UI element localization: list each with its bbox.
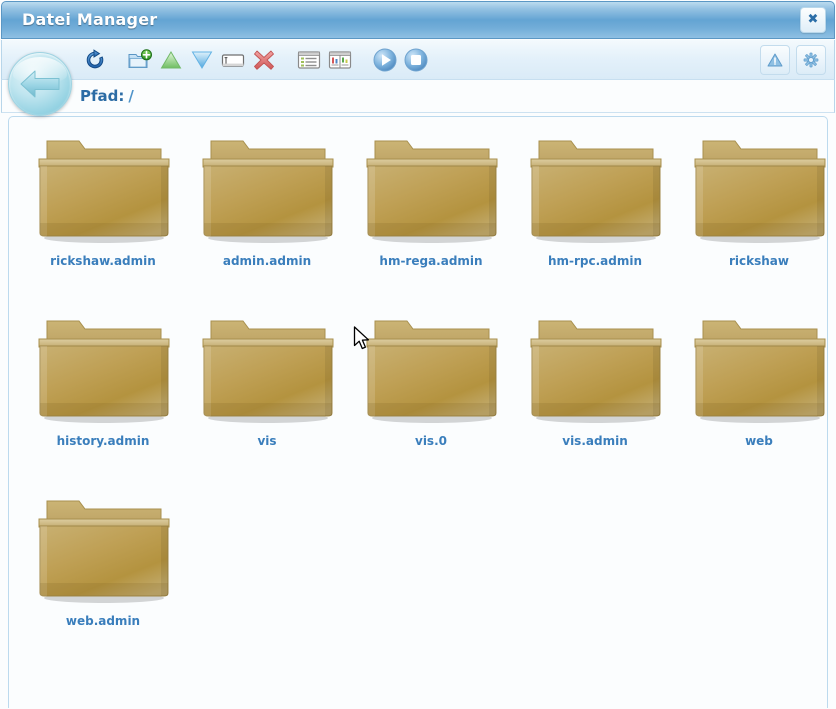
folder-add-icon — [128, 49, 152, 68]
file-item-label: hm-rega.admin — [379, 254, 483, 268]
file-item[interactable]: web — [679, 307, 827, 487]
file-item-label: history.admin — [56, 434, 150, 448]
file-list-panel[interactable]: rickshaw.admin admin.admin hm-rega.admin… — [8, 116, 828, 708]
list-view-icon — [297, 51, 321, 69]
file-grid: rickshaw.admin admin.admin hm-rega.admin… — [9, 117, 827, 667]
triangle-up-icon — [160, 51, 182, 69]
folder-icon — [38, 500, 170, 603]
folder-icon — [366, 140, 498, 243]
file-item-label: rickshaw — [729, 254, 789, 268]
folder-icon — [38, 140, 170, 243]
folder-icon — [694, 140, 826, 243]
breadcrumb: Pfad: / — [80, 87, 134, 105]
folder-icon-wrap — [187, 127, 347, 252]
toolbar-button-group — [80, 43, 432, 77]
folder-icon — [694, 320, 826, 423]
titlebar: Datei Manager ✖ — [1, 1, 835, 39]
warning-triangle-icon — [767, 53, 783, 67]
page-title: Datei Manager — [22, 10, 158, 29]
stop-icon — [404, 48, 428, 72]
folder-icon-wrap — [187, 307, 347, 432]
folder-icon-wrap — [679, 307, 827, 432]
close-button[interactable]: ✖ — [800, 7, 826, 33]
folder-icon — [202, 320, 334, 423]
file-item-label: admin.admin — [222, 254, 312, 268]
file-row: web.admin — [9, 487, 827, 667]
folder-icon-wrap — [351, 307, 511, 432]
file-item[interactable]: admin.admin — [187, 127, 347, 307]
alert-button[interactable] — [760, 45, 790, 75]
folder-icon-wrap — [515, 307, 675, 432]
arrow-left-icon — [20, 70, 60, 98]
folder-icon-wrap — [515, 127, 675, 252]
file-item[interactable]: vis — [187, 307, 347, 487]
folder-icon-wrap — [679, 127, 827, 252]
file-item-label: web.admin — [65, 614, 141, 628]
file-item[interactable]: hm-rpc.admin — [515, 127, 675, 307]
play-button[interactable] — [370, 45, 400, 75]
file-item[interactable]: vis.0 — [351, 307, 511, 487]
folder-icon-wrap — [23, 127, 183, 252]
rename-button[interactable] — [218, 45, 248, 75]
file-item[interactable]: rickshaw — [679, 127, 827, 307]
toolbar-separator-3 — [356, 45, 370, 75]
refresh-button[interactable] — [80, 45, 110, 75]
file-item-label: vis.0 — [415, 434, 447, 448]
back-button[interactable] — [8, 52, 72, 116]
delete-button[interactable] — [249, 45, 279, 75]
folder-icon-wrap — [23, 487, 183, 612]
file-item[interactable]: rickshaw.admin — [23, 127, 183, 307]
file-item-label: hm-rpc.admin — [547, 254, 643, 268]
path-bar: Pfad: / — [1, 80, 835, 113]
folder-icon — [38, 320, 170, 423]
detail-view-icon — [328, 51, 352, 69]
folder-icon-wrap — [351, 127, 511, 252]
file-row: history.admin vis vis.0 vis.admin web — [9, 307, 827, 487]
stop-button[interactable] — [401, 45, 431, 75]
file-item-label: vis — [257, 434, 277, 448]
file-item-label: vis.admin — [562, 434, 628, 448]
refresh-icon — [86, 49, 104, 69]
file-item-label: rickshaw.admin — [50, 254, 156, 268]
file-item[interactable]: history.admin — [23, 307, 183, 487]
text-field-icon — [221, 54, 245, 67]
file-manager-window: Datei Manager ✖ Pfad: / rickshaw.admin a… — [0, 0, 836, 709]
toolbar-separator-1 — [111, 45, 125, 75]
folder-icon — [530, 140, 662, 243]
file-item-label: web — [745, 434, 773, 448]
folder-icon — [366, 320, 498, 423]
toolbar — [1, 40, 835, 80]
file-row: rickshaw.admin admin.admin hm-rega.admin… — [9, 127, 827, 307]
new-folder-button[interactable] — [125, 45, 155, 75]
red-x-icon — [254, 50, 274, 70]
folder-icon — [530, 320, 662, 423]
folder-icon-wrap — [23, 307, 183, 432]
file-item[interactable]: web.admin — [23, 487, 183, 667]
upload-button[interactable] — [156, 45, 186, 75]
triangle-down-icon — [191, 51, 213, 69]
toolbar-separator-2 — [280, 45, 294, 75]
file-item[interactable]: vis.admin — [515, 307, 675, 487]
download-button[interactable] — [187, 45, 217, 75]
list-view-button[interactable] — [294, 45, 324, 75]
play-icon — [373, 48, 397, 72]
folder-icon — [202, 140, 334, 243]
settings-button[interactable] — [796, 45, 826, 75]
path-value[interactable]: / — [128, 87, 133, 105]
file-item[interactable]: hm-rega.admin — [351, 127, 511, 307]
detail-view-button[interactable] — [325, 45, 355, 75]
gear-icon — [803, 52, 819, 68]
path-label-text: Pfad: — [80, 87, 125, 105]
close-icon: ✖ — [807, 12, 819, 27]
toolbar-right-group — [760, 45, 826, 75]
